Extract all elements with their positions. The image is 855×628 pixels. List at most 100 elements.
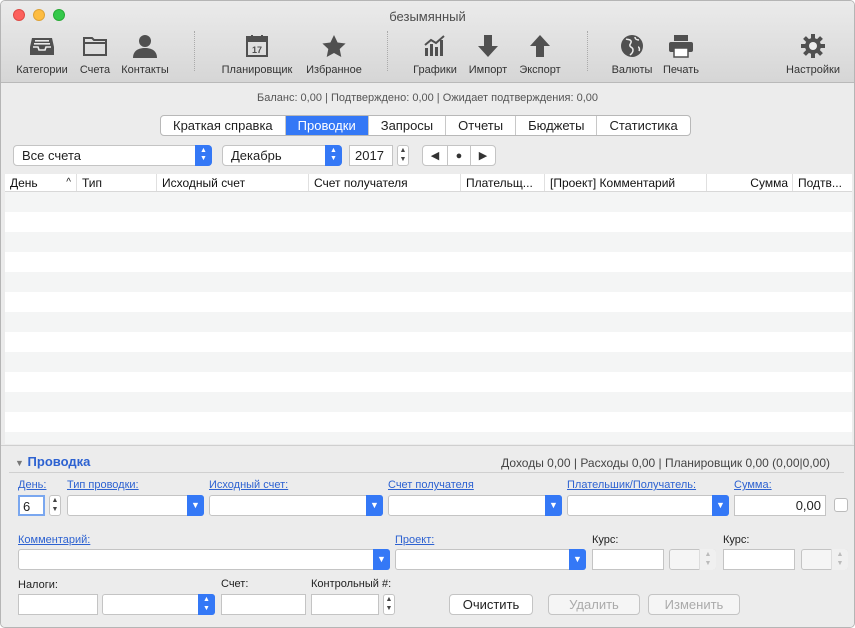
payer-combo[interactable]: ▼ [567,495,729,516]
toolbar-export-button[interactable]: Экспорт [515,33,565,79]
arrow-down-icon [475,33,501,59]
column-header-confirmed[interactable]: Подтв... [793,174,852,191]
calendar-badge: 17 [252,45,262,55]
toolbar-accounts-button[interactable]: Счета [77,33,113,79]
account-filter-value: Все счета [22,148,81,163]
person-icon [132,33,158,59]
folder-icon [82,33,108,59]
tab-queries[interactable]: Запросы [367,116,445,135]
taxes-type-select[interactable]: ▲ ▼ [102,594,215,615]
column-header-amount[interactable]: Сумма [707,174,793,191]
toolbar-contacts-button[interactable]: Контакты [118,33,172,79]
control-number-stepper[interactable]: ▲ ▼ [383,594,395,615]
dest-account-combo[interactable]: ▼ [388,495,562,516]
table-row [5,412,852,432]
divider [9,472,844,473]
month-value: Декабрь [231,148,282,163]
day-label: День: [18,479,47,491]
rate-field-2[interactable] [723,549,795,570]
source-account-label: Исходный счет: [209,479,289,491]
transactions-table[interactable]: День ^ Тип Исходный счет Счет получателя … [5,174,852,444]
previous-month-button[interactable]: ◀ [422,145,448,166]
app-window: безымянный Категории Счета Контакты 17 П… [0,0,855,628]
toolbar-charts-button[interactable]: Графики [411,33,459,79]
chevron-down-icon: ▼ [712,495,729,516]
chevron-updown-icon: ▲ ▼ [831,549,848,570]
comment-combo[interactable]: ▼ [18,549,390,570]
clear-button[interactable]: Очистить [449,594,533,615]
globe-icon [619,33,645,59]
next-month-button[interactable]: ▶ [470,145,496,166]
tab-statistics[interactable]: Статистика [596,116,689,135]
taxes-label: Налоги: [18,579,58,591]
chevron-updown-icon: ▲ ▼ [325,145,342,166]
table-row [5,352,852,372]
table-row [5,252,852,272]
year-field[interactable]: 2017 [349,145,393,166]
year-stepper[interactable]: ▲ ▼ [397,145,409,166]
tab-summary[interactable]: Краткая справка [161,116,285,135]
control-number-field[interactable] [311,594,379,615]
project-combo[interactable]: ▼ [395,549,586,570]
column-header-source-account[interactable]: Исходный счет [157,174,309,191]
tab-budgets[interactable]: Бюджеты [515,116,596,135]
account-label: Счет: [221,578,249,590]
rate-field[interactable] [592,549,664,570]
disclosure-triangle-icon: ▼ [15,458,24,468]
chevron-down-icon: ▼ [366,495,383,516]
toolbar-currencies-button[interactable]: Валюты [609,33,655,79]
toolbar-scheduler-button[interactable]: 17 Планировщик [218,33,296,79]
toolbar-categories-button[interactable]: Категории [13,33,71,79]
amount-field[interactable]: 0,00 [734,495,826,516]
table-row [5,212,852,232]
dest-account-label: Счет получателя [388,479,474,491]
column-header-comment[interactable]: [Проект] Комментарий [545,174,707,191]
transaction-type-combo[interactable]: ▼ [67,495,204,516]
dot-icon: ● [455,149,463,162]
toolbar-label: Графики [413,64,457,76]
toolbar-label: Валюты [611,64,653,76]
toolbar-label: Настройки [786,64,840,76]
tab-reports[interactable]: Отчеты [445,116,515,135]
table-row [5,292,852,312]
chevron-down-icon: ▼ [373,549,390,570]
toolbar-favorites-button[interactable]: Избранное [303,33,365,79]
column-header-type[interactable]: Тип [77,174,157,191]
month-select[interactable]: Декабрь ▲ ▼ [222,145,342,166]
source-account-combo[interactable]: ▼ [209,495,383,516]
current-month-button[interactable]: ● [447,145,471,166]
table-row [5,372,852,392]
toolbar-import-button[interactable]: Импорт [465,33,511,79]
arrow-up-icon [527,33,553,59]
toolbar-separator [387,31,388,71]
printer-icon [668,33,694,59]
comment-label: Комментарий: [18,534,91,546]
account-filter-select[interactable]: Все счета ▲ ▼ [13,145,212,166]
change-button[interactable]: Изменить [648,594,740,615]
column-header-day[interactable]: День ^ [5,174,77,191]
rate-currency-select[interactable]: ▲ ▼ [669,549,716,570]
gear-icon [800,33,826,59]
toolbar-settings-button[interactable]: Настройки [782,33,844,79]
transaction-editor-panel: ▼ Проводка Доходы 0,00 | Расходы 0,00 | … [1,445,854,627]
day-stepper[interactable]: ▲ ▼ [49,495,61,516]
taxes-field[interactable] [18,594,98,615]
main-tabs: Краткая справка Проводки Запросы Отчеты … [160,115,691,136]
confirmed-checkbox[interactable] [834,498,848,512]
toolbar-label: Категории [16,64,68,76]
toolbar-label: Импорт [468,64,508,76]
toolbar-label: Планировщик [221,64,293,76]
column-header-dest-account[interactable]: Счет получателя [309,174,461,191]
tab-transactions[interactable]: Проводки [284,116,368,135]
chevron-down-icon: ▼ [545,495,562,516]
column-header-payer[interactable]: Плательщ... [461,174,545,191]
project-label: Проект: [395,534,435,546]
day-field[interactable]: 6 [18,495,45,516]
panel-disclosure[interactable]: ▼ Проводка [15,454,90,469]
toolbar-print-button[interactable]: Печать [659,33,703,79]
rate-currency-select-2[interactable]: ▲ ▼ [801,549,848,570]
triangle-right-icon: ▶ [478,150,488,162]
account-number-field[interactable] [221,594,306,615]
delete-button[interactable]: Удалить [548,594,640,615]
triangle-left-icon: ◀ [430,150,440,162]
